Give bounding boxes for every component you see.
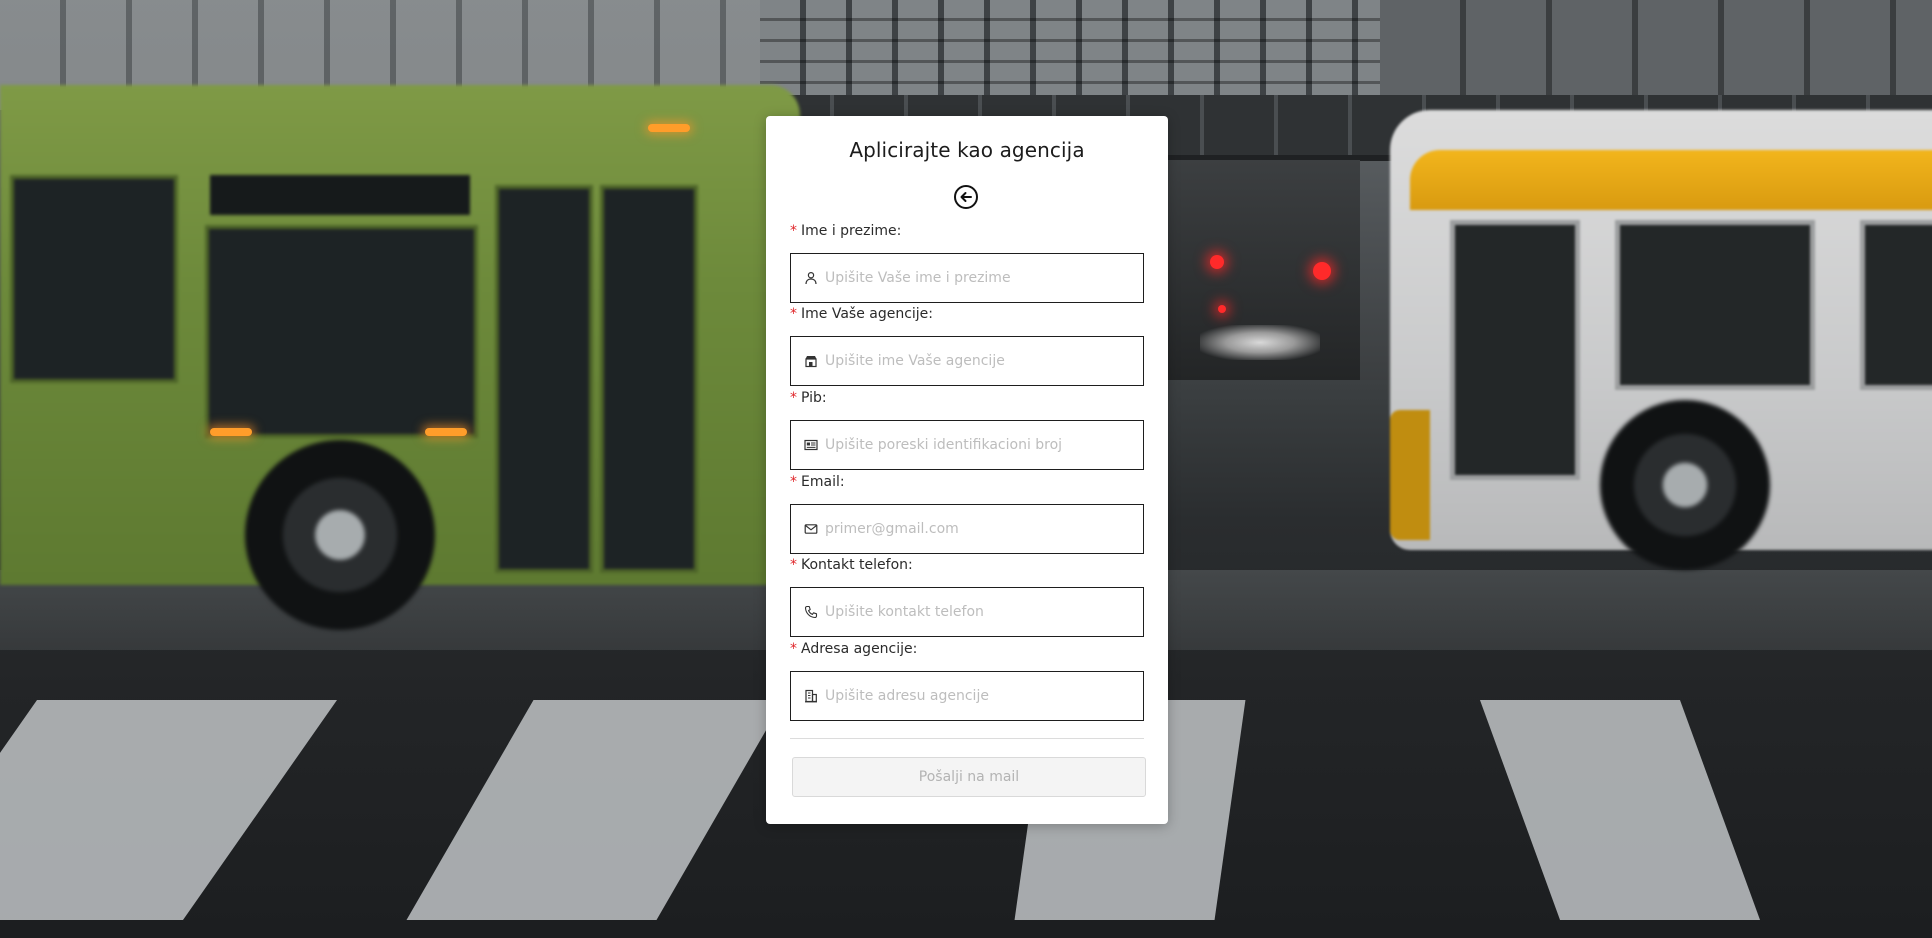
pib-label-text: Pib: xyxy=(801,390,827,406)
mail-icon xyxy=(803,521,819,537)
bus-marker-light xyxy=(210,428,252,436)
agency-name-field[interactable] xyxy=(790,336,1144,386)
back-button[interactable] xyxy=(953,184,979,210)
email-input[interactable] xyxy=(825,514,1125,544)
address-label-text: Adresa agencije: xyxy=(801,641,918,657)
email-label-text: Email: xyxy=(801,474,845,490)
phone-label: * Kontakt telefon: xyxy=(790,557,913,573)
agency-name-label-text: Ime Vaše agencije: xyxy=(801,306,934,322)
shop-icon xyxy=(803,353,819,369)
email-field[interactable] xyxy=(790,504,1144,554)
building-icon xyxy=(803,688,819,704)
name-field[interactable] xyxy=(790,253,1144,303)
traffic-light xyxy=(1210,255,1224,269)
traffic-light xyxy=(1218,305,1226,313)
required-marker: * xyxy=(790,306,797,322)
agency-name-input[interactable] xyxy=(825,346,1125,376)
bus-wheel xyxy=(245,440,435,630)
name-label-text: Ime i prezime: xyxy=(801,223,902,239)
pib-field[interactable] xyxy=(790,420,1144,470)
email-label: * Email: xyxy=(790,474,845,490)
bus-wheel xyxy=(1600,400,1770,570)
required-marker: * xyxy=(790,641,797,657)
phone-field[interactable] xyxy=(790,587,1144,637)
id-card-icon xyxy=(803,437,819,453)
address-field[interactable] xyxy=(790,671,1144,721)
phone-icon xyxy=(803,604,819,620)
form-title: Aplicirajte kao agencija xyxy=(849,138,1085,162)
address-input[interactable] xyxy=(825,681,1125,711)
phone-label-text: Kontakt telefon: xyxy=(801,557,913,573)
required-marker: * xyxy=(790,223,797,239)
bus-marker-light xyxy=(425,428,467,436)
pib-input[interactable] xyxy=(825,430,1125,460)
user-icon xyxy=(803,270,819,286)
traffic-light xyxy=(1313,262,1331,280)
required-marker: * xyxy=(790,474,797,490)
form-divider xyxy=(790,738,1144,739)
name-label: * Ime i prezime: xyxy=(790,223,901,239)
send-to-mail-button[interactable]: Pošalji na mail xyxy=(792,757,1146,797)
required-marker: * xyxy=(790,390,797,406)
agency-name-label: * Ime Vaše agencije: xyxy=(790,306,933,322)
page: Aplicirajte kao agencija * Ime i prezime:… xyxy=(0,0,1932,938)
bus-marker-light xyxy=(648,124,690,132)
arrow-left-circle-icon xyxy=(954,185,978,209)
name-input[interactable] xyxy=(825,263,1125,293)
address-label: * Adresa agencije: xyxy=(790,641,917,657)
phone-input[interactable] xyxy=(825,597,1125,627)
agency-application-form: Aplicirajte kao agencija * Ime i prezime:… xyxy=(766,116,1168,824)
pib-label: * Pib: xyxy=(790,390,827,406)
required-marker: * xyxy=(790,557,797,573)
